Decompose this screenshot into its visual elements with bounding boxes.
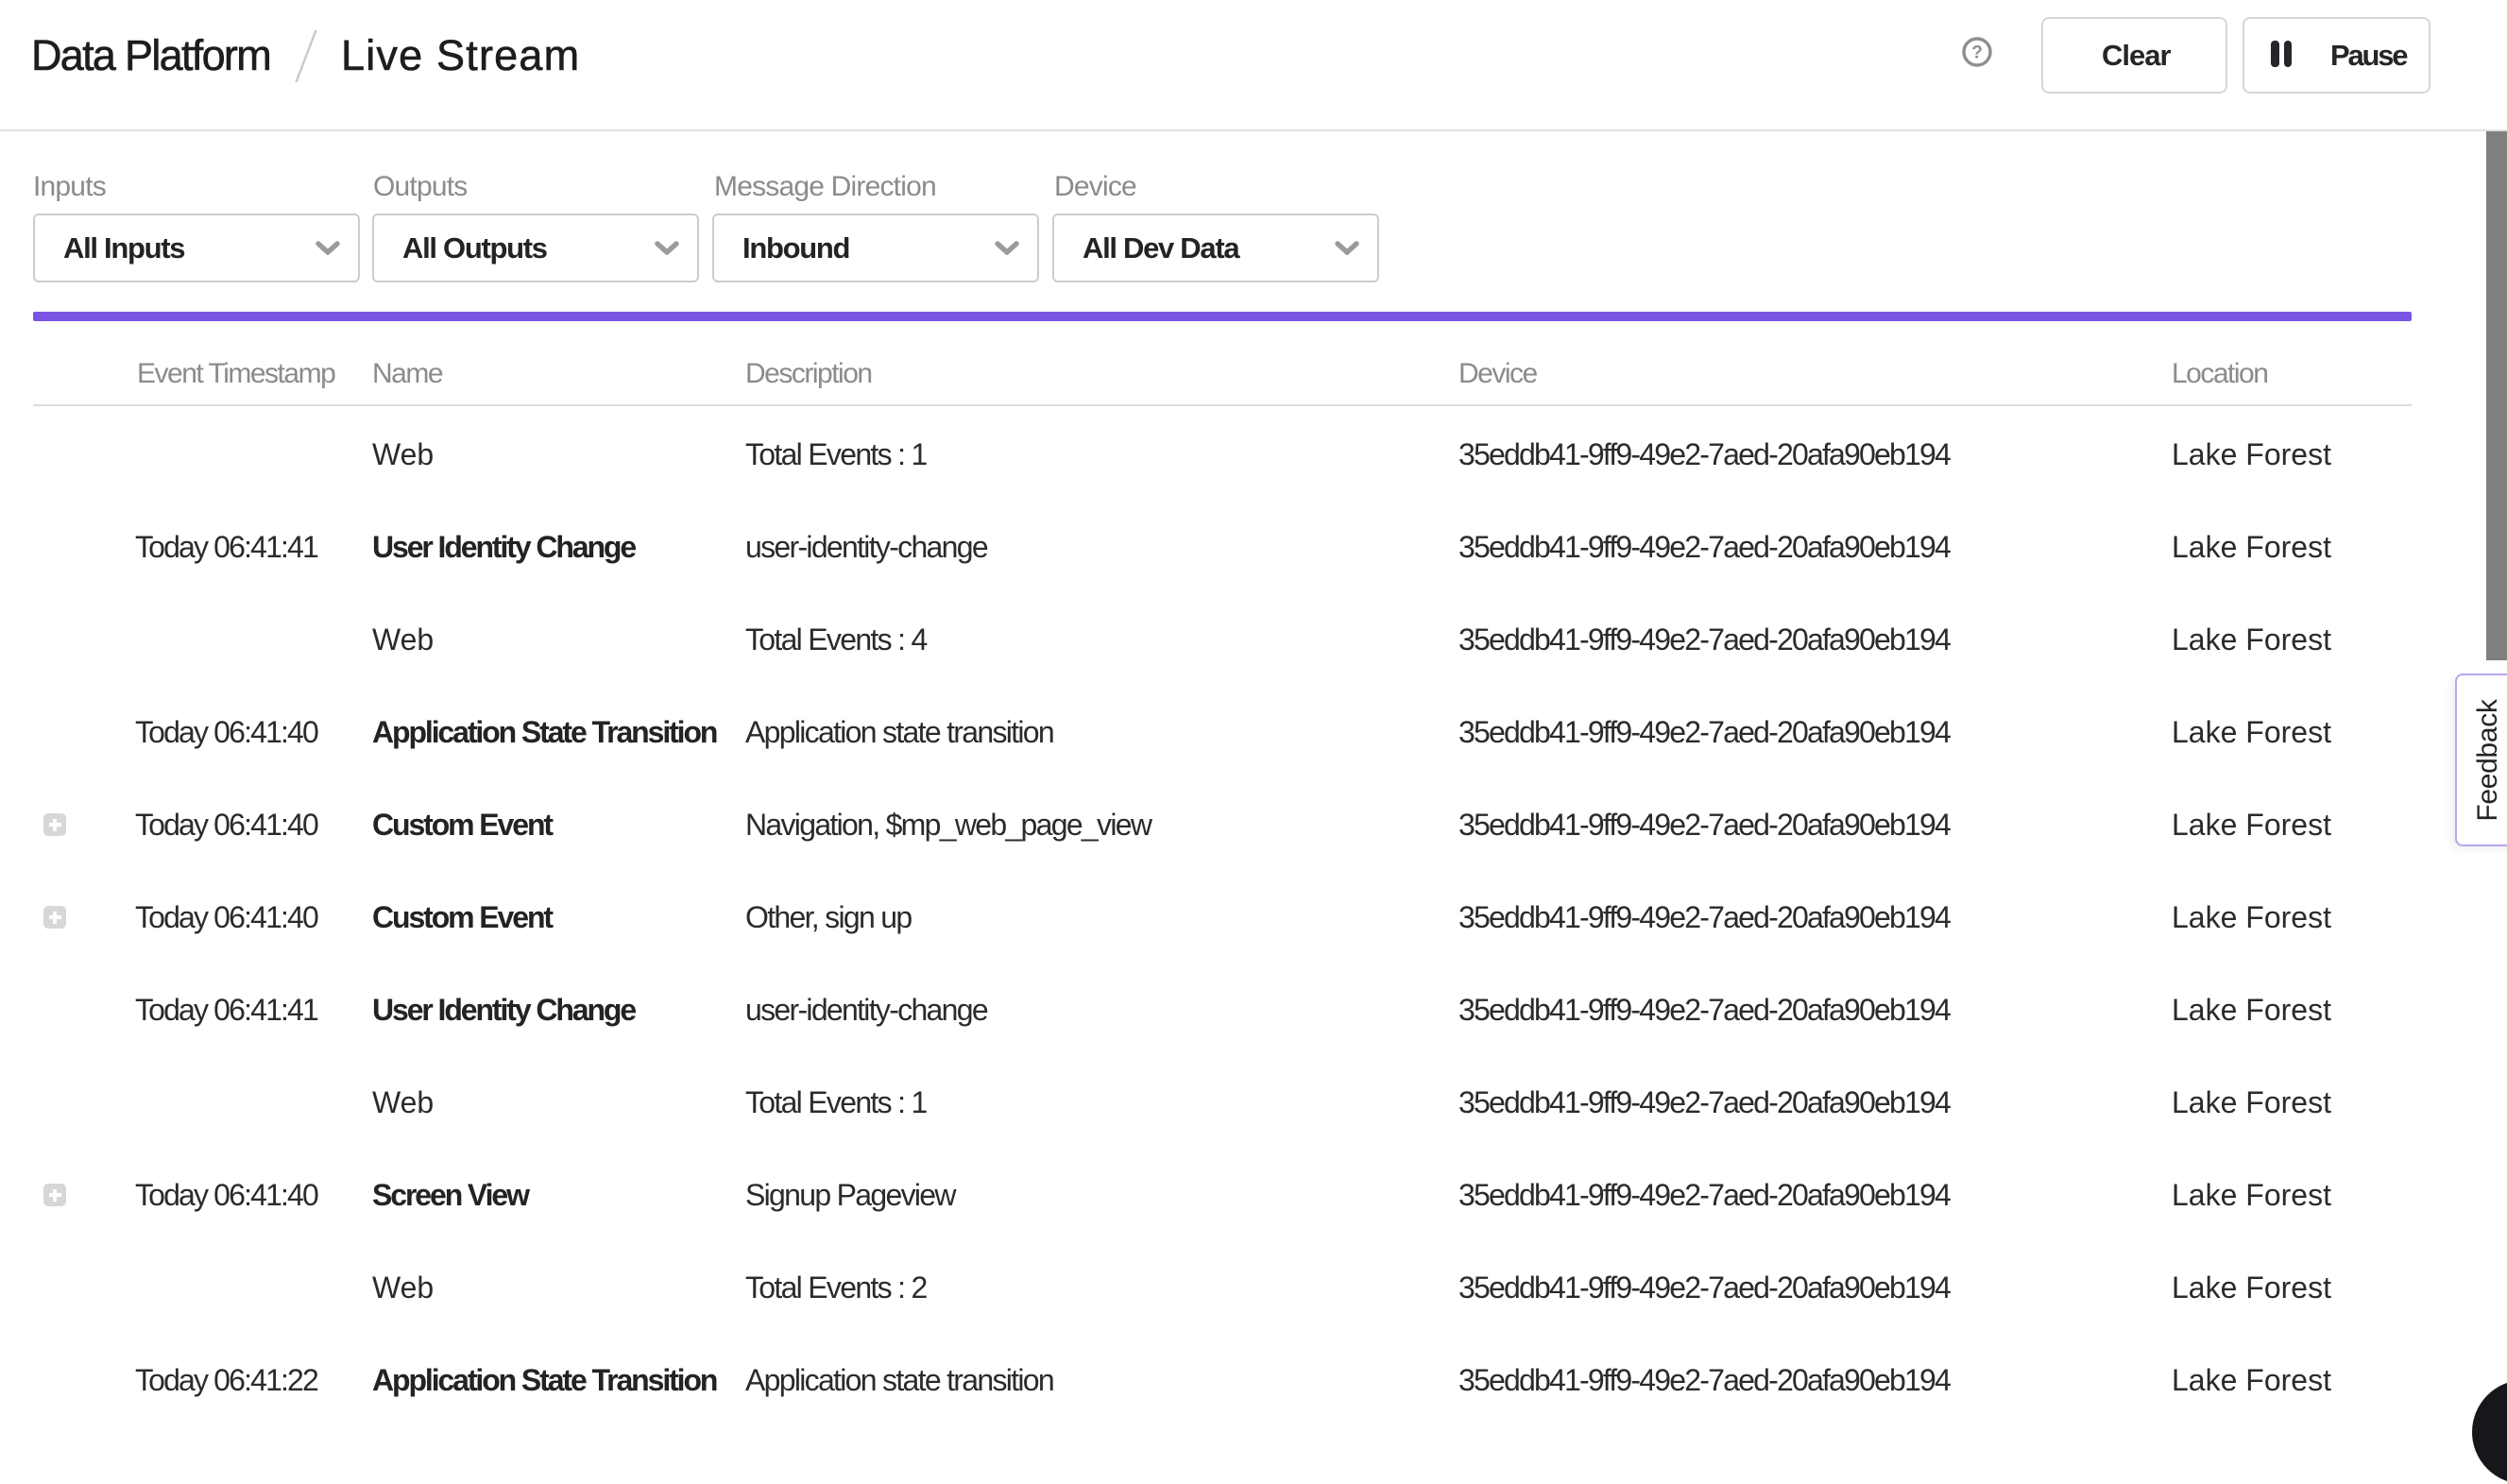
svg-text:?: ? — [1971, 43, 1983, 63]
